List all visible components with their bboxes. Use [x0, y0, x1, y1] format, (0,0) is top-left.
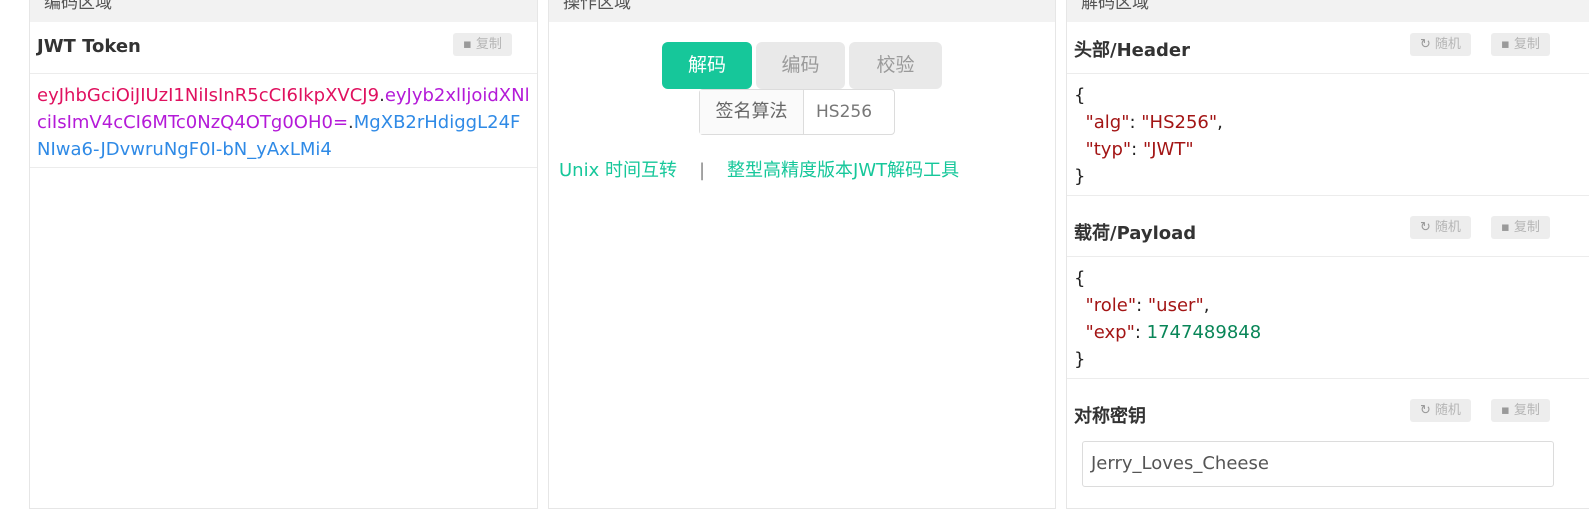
algorithm-label: 签名算法 — [700, 90, 804, 134]
payload-json[interactable]: { "role": "user", "exp": 1747489848 } — [1074, 265, 1261, 373]
json-field: "typ": "JWT" — [1085, 139, 1194, 160]
copy-payload-button[interactable]: ▪ 复制 — [1491, 216, 1550, 239]
encode-panel-title: 编码区域 — [44, 0, 112, 13]
link-separator: | — [698, 160, 706, 181]
random-secret-button[interactable]: ↻ 随机 — [1410, 399, 1471, 422]
random-payload-button[interactable]: ↻ 随机 — [1410, 216, 1471, 239]
json-brace: { — [1074, 268, 1086, 289]
action-panel: 操作区域 解码 编码 校验 签名算法 HS256 Unix 时间互转 | 整型高精度… — [548, 0, 1056, 509]
secret-input[interactable]: Jerry_Loves_Cheese — [1082, 441, 1554, 487]
json-field: "exp": 1747489848 — [1085, 322, 1262, 343]
algorithm-value[interactable]: HS256 — [804, 90, 894, 134]
clipboard-icon: ▪ — [1501, 220, 1510, 235]
payload-section-header: 载荷/Payload ↻ 随机 ▪ 复制 — [1067, 205, 1589, 257]
jwt-token-text[interactable]: eyJhbGciOiJIUzI1NiIsInR5cCI6IkpXVCJ9.eyJ… — [37, 82, 533, 163]
decode-panel-header: 解码区域 — [1067, 0, 1589, 22]
decode-button[interactable]: 解码 — [662, 42, 752, 89]
refresh-icon: ↻ — [1420, 220, 1431, 235]
copy-secret-button[interactable]: ▪ 复制 — [1491, 399, 1550, 422]
random-header-button[interactable]: ↻ 随机 — [1410, 33, 1471, 56]
encode-panel-header: 编码区域 — [30, 0, 537, 22]
action-panel-title: 操作区域 — [563, 0, 631, 13]
refresh-icon: ↻ — [1420, 37, 1431, 52]
encode-panel: 编码区域 JWT Token ▪ 复制 eyJhbGciOiJIUzI1NiIsI… — [29, 0, 538, 509]
precision-jwt-link[interactable]: 整型高精度版本JWT解码工具 — [727, 160, 959, 181]
divider — [30, 167, 537, 168]
decode-panel-title: 解码区域 — [1081, 0, 1149, 13]
secret-section-header: 对称密钥 ↻ 随机 ▪ 复制 — [1067, 388, 1589, 440]
decode-panel: 解码区域 头部/Header ↻ 随机 ▪ 复制 { "alg": "HS256",… — [1066, 0, 1589, 509]
algorithm-selector[interactable]: 签名算法 HS256 — [699, 89, 895, 135]
copy-header-button[interactable]: ▪ 复制 — [1491, 33, 1550, 56]
header-json[interactable]: { "alg": "HS256", "typ": "JWT" } — [1074, 82, 1223, 190]
token-header-part: eyJhbGciOiJIUzI1NiIsInR5cCI6IkpXVCJ9 — [37, 85, 380, 106]
copy-token-button[interactable]: ▪ 复制 — [453, 33, 512, 56]
header-section-title: 头部/Header — [1074, 40, 1190, 61]
tool-links: Unix 时间互转 | 整型高精度版本JWT解码工具 — [559, 156, 959, 182]
jwt-token-section-header: JWT Token ▪ 复制 — [30, 22, 537, 74]
clipboard-icon: ▪ — [463, 37, 472, 52]
unix-time-link[interactable]: Unix 时间互转 — [559, 160, 677, 181]
clipboard-icon: ▪ — [1501, 403, 1510, 418]
payload-section-title: 载荷/Payload — [1074, 223, 1197, 244]
json-brace: { — [1074, 85, 1086, 106]
divider — [1067, 378, 1589, 379]
divider — [1067, 195, 1589, 196]
json-brace: } — [1074, 349, 1086, 370]
json-brace: } — [1074, 166, 1086, 187]
encode-button[interactable]: 编码 — [756, 42, 845, 89]
action-panel-header: 操作区域 — [549, 0, 1055, 22]
verify-button[interactable]: 校验 — [849, 42, 942, 89]
secret-section-title: 对称密钥 — [1074, 406, 1146, 427]
jwt-token-title: JWT Token — [37, 36, 141, 57]
clipboard-icon: ▪ — [1501, 37, 1510, 52]
json-field: "role": "user", — [1085, 295, 1210, 316]
json-field: "alg": "HS256", — [1085, 112, 1223, 133]
refresh-icon: ↻ — [1420, 403, 1431, 418]
header-section-header: 头部/Header ↻ 随机 ▪ 复制 — [1067, 22, 1589, 74]
